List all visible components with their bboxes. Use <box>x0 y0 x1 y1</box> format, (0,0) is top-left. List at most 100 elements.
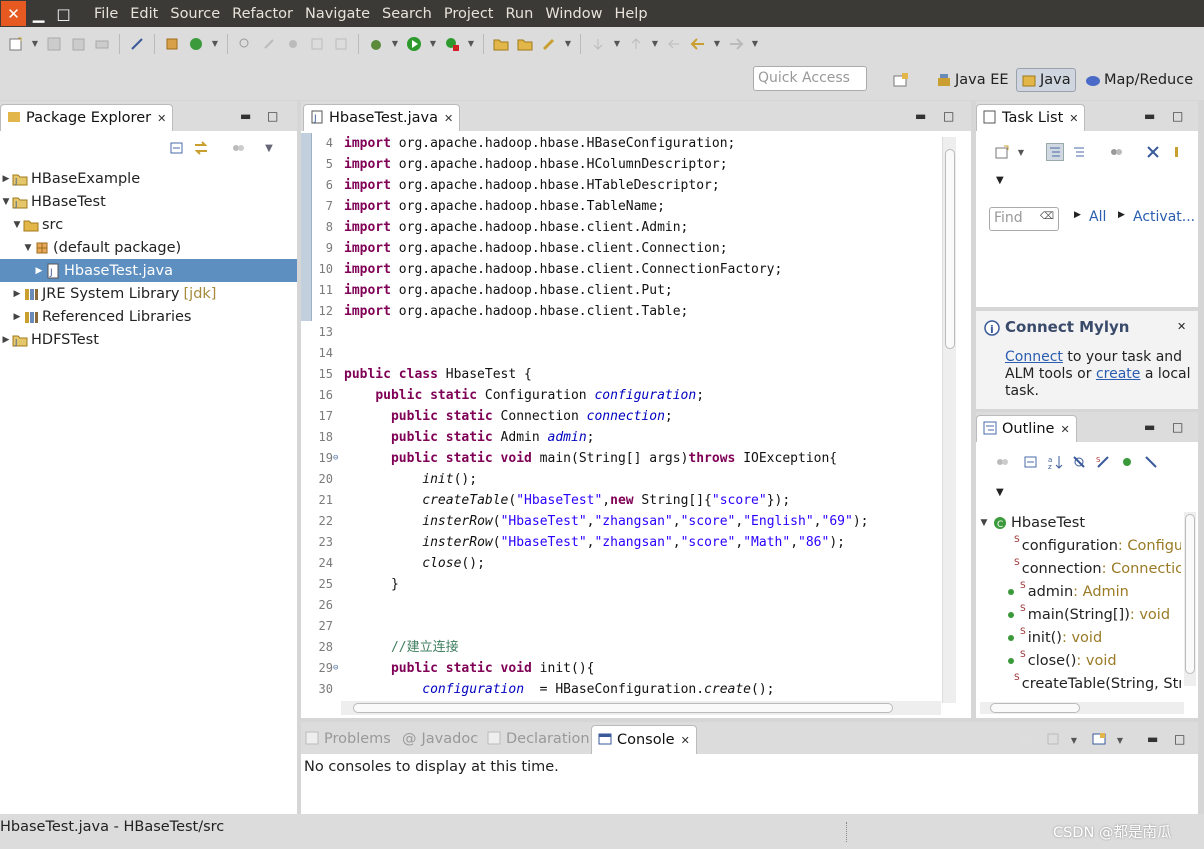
close-icon[interactable]: ✕ <box>444 112 453 125</box>
tree-item[interactable]: ▶ J HDFSTest <box>0 328 297 351</box>
next-annotation-icon[interactable] <box>589 35 607 53</box>
menu-source[interactable]: Source <box>164 6 226 22</box>
menu-help[interactable]: Help <box>608 6 653 22</box>
expand-arrow-icon[interactable]: ▶ <box>0 335 12 345</box>
open-folder-icon[interactable] <box>492 35 510 53</box>
close-icon[interactable]: ✕ <box>681 734 690 747</box>
minimize-icon[interactable]: ▬ <box>1147 732 1158 746</box>
collapse-all-icon[interactable] <box>1022 453 1040 471</box>
tree-item[interactable]: ▼ (default package) <box>0 236 297 259</box>
all-link[interactable]: All <box>1089 209 1106 225</box>
hide-completed-icon[interactable] <box>1144 143 1162 161</box>
task-find-input[interactable]: Find ⌫ <box>989 207 1059 231</box>
hide-static-icon[interactable]: S <box>1094 453 1112 471</box>
minimize-window-button[interactable]: ▁ <box>26 1 51 26</box>
last-edit-icon[interactable] <box>665 35 683 53</box>
collapse-all-icon[interactable] <box>168 139 186 157</box>
paragraph-icon[interactable] <box>332 35 350 53</box>
clear-icon[interactable]: ⌫ <box>1040 211 1054 222</box>
perspective-java-ee[interactable]: Java EE <box>936 68 1009 92</box>
outline-member[interactable]: Smain(String[]) : void <box>976 603 1181 626</box>
menu-search[interactable]: Search <box>376 6 438 22</box>
close-icon[interactable]: ✕ <box>157 112 166 125</box>
toggle-block-icon[interactable] <box>284 35 302 53</box>
categorized-icon[interactable] <box>1046 143 1064 161</box>
sort-icon[interactable]: az <box>1046 453 1064 471</box>
new-task-dropdown-icon[interactable]: ▼ <box>1016 143 1026 161</box>
display-console-dropdown-icon[interactable]: ▼ <box>1069 731 1079 749</box>
menu-navigate[interactable]: Navigate <box>299 6 376 22</box>
tree-item[interactable]: ▶ J HBaseExample <box>0 167 297 190</box>
activate-link[interactable]: Activat... <box>1133 209 1195 225</box>
open-console-dropdown-icon[interactable]: ▼ <box>1115 731 1125 749</box>
tree-item[interactable]: ▶ Referenced Libraries <box>0 305 297 328</box>
menu-file[interactable]: File <box>88 6 124 22</box>
search-dropdown-icon[interactable]: ▼ <box>563 35 573 53</box>
hide-local-types-icon[interactable] <box>1142 453 1160 471</box>
minimize-icon[interactable]: ▬ <box>915 109 926 123</box>
close-icon[interactable]: ✕ <box>1177 320 1186 333</box>
tree-item[interactable]: ▼ src <box>0 213 297 236</box>
tab-task-list[interactable]: Task List ✕ <box>976 104 1086 131</box>
menu-window[interactable]: Window <box>539 6 608 22</box>
maximize-icon[interactable]: □ <box>267 109 278 123</box>
focus-icon[interactable] <box>1107 143 1125 161</box>
expand-arrow-icon[interactable]: ▶ <box>11 289 23 299</box>
new-java-package-icon[interactable] <box>163 35 181 53</box>
outline-vscrollbar[interactable] <box>1184 512 1196 686</box>
tab-console[interactable]: Console ✕ <box>591 725 697 754</box>
minimize-icon[interactable]: ▬ <box>1144 420 1155 434</box>
debug-dropdown-icon[interactable]: ▼ <box>390 35 400 53</box>
perspective-map-reduce[interactable]: Map/Reduce <box>1085 68 1193 92</box>
scrollbar-thumb[interactable] <box>1185 514 1195 674</box>
vertical-scrollbar[interactable] <box>942 137 956 703</box>
scrollbar-thumb[interactable] <box>945 149 955 349</box>
scrollbar-thumb[interactable] <box>990 703 1080 713</box>
horizontal-scrollbar[interactable] <box>341 701 941 715</box>
connect-link[interactable]: Connect <box>1005 349 1063 365</box>
debug-icon[interactable] <box>367 35 385 53</box>
new-dropdown-icon[interactable]: ▼ <box>30 35 40 53</box>
open-perspective-button[interactable] <box>893 68 912 92</box>
run-dropdown-icon[interactable]: ▼ <box>428 35 438 53</box>
display-console-icon[interactable] <box>1044 730 1062 748</box>
outline-member[interactable]: Sconnection : Connectic <box>976 557 1181 580</box>
create-link[interactable]: create <box>1096 366 1140 382</box>
save-icon[interactable] <box>45 35 63 53</box>
menu-project[interactable]: Project <box>438 6 500 22</box>
open-console-icon[interactable] <box>1090 730 1108 748</box>
outline-member[interactable]: Sconfiguration : Configu <box>976 534 1181 557</box>
maximize-icon[interactable]: □ <box>1172 420 1183 434</box>
focus-icon[interactable] <box>993 453 1011 471</box>
external-tools-icon[interactable] <box>443 35 461 53</box>
tab-hbasetest-java[interactable]: J HbaseTest.java ✕ <box>303 104 461 131</box>
open-folder-2-icon[interactable] <box>516 35 534 53</box>
menu-run[interactable]: Run <box>500 6 540 22</box>
next-annotation-dropdown-icon[interactable]: ▼ <box>612 35 622 53</box>
pin-console-icon[interactable] <box>1017 730 1035 748</box>
maximize-icon[interactable]: □ <box>1172 109 1183 123</box>
link-with-editor-icon[interactable] <box>192 139 210 157</box>
back-dropdown-icon[interactable]: ▼ <box>712 35 722 53</box>
collapse-arrow-icon[interactable]: ▼ <box>0 197 12 207</box>
view-menu-icon[interactable]: ▼ <box>260 139 278 157</box>
perspective-java[interactable]: Java <box>1016 68 1076 92</box>
search-icon[interactable] <box>540 35 558 53</box>
prev-annotation-dropdown-icon[interactable]: ▼ <box>650 35 660 53</box>
run-icon[interactable] <box>405 35 423 53</box>
tab-outline[interactable]: Outline ✕ <box>976 415 1077 442</box>
new-java-class-icon[interactable] <box>187 35 205 53</box>
collapse-arrow-icon[interactable]: ▼ <box>22 243 34 253</box>
pin-icon[interactable] <box>1168 143 1186 161</box>
expand-arrow-icon[interactable]: ▶ <box>11 312 23 322</box>
tab-javadoc[interactable]: @ Javadoc <box>402 731 478 747</box>
print-icon[interactable] <box>93 35 111 53</box>
new-task-icon[interactable] <box>993 143 1011 161</box>
show-whitespace-icon[interactable] <box>308 35 326 53</box>
code-area[interactable]: 4 import org.apache.hadoop.hbase.HBaseCon… <box>305 133 941 703</box>
tab-problems[interactable]: Problems <box>305 731 391 747</box>
outline-member[interactable]: ScreateTable(String, Str <box>976 672 1181 695</box>
new-icon[interactable] <box>7 35 25 53</box>
tab-package-explorer[interactable]: Package Explorer ✕ <box>0 104 174 131</box>
outline-class[interactable]: ▼ C HbaseTest <box>976 511 1181 534</box>
